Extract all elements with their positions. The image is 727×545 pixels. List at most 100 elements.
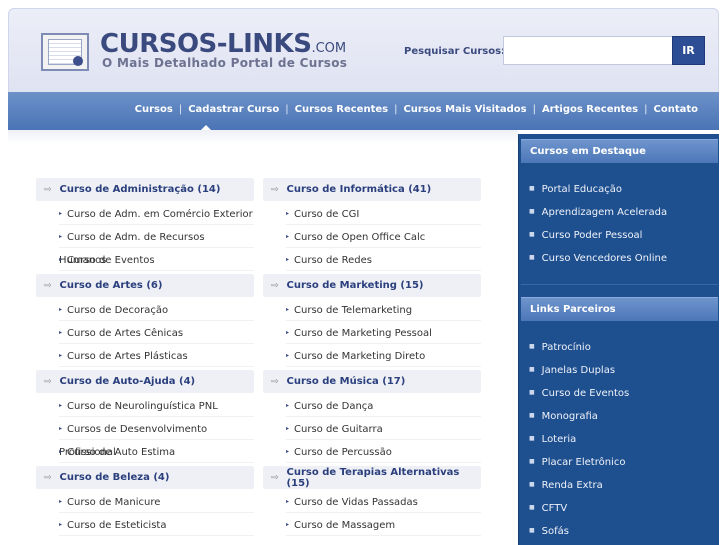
search-button[interactable]: IR	[672, 36, 705, 65]
course-link-text: Curso de Eventos	[67, 255, 155, 266]
bullet-icon: ■	[529, 366, 535, 373]
course-link[interactable]: ▸ Curso de Marketing Direto	[286, 344, 481, 367]
sidebar-link[interactable]: ■ Curso Poder Pessoal	[529, 223, 667, 246]
nav-separator: |	[394, 104, 398, 115]
category-heading[interactable]: ⇨ Curso de Artes (6)	[36, 274, 254, 297]
nav-item-contato[interactable]: Contato	[653, 104, 698, 115]
category-heading[interactable]: ⇨ Curso de Música (17)	[263, 370, 481, 393]
bullet-icon: ▸	[286, 256, 290, 263]
course-link[interactable]: ▸ Curso de Dança	[286, 394, 481, 417]
sidebar-link-text: Curso de Eventos	[541, 388, 630, 399]
category-group: ⇨ Curso de Artes (6) ▸ Curso de Decoração …	[36, 274, 254, 367]
bullet-icon: ▸	[286, 402, 290, 409]
course-link[interactable]: ▸ Curso de CGI	[286, 202, 481, 225]
bullet-icon: ▸	[59, 402, 63, 409]
sidebar-link[interactable]: ■ Curso de Eventos	[529, 381, 629, 404]
sidebar-link[interactable]: ■ Aprendizagem Acelerada	[529, 200, 667, 223]
course-link-text: Curso de Artes Plásticas	[67, 351, 188, 362]
course-link-text: Curso de Open Office Calc	[294, 232, 426, 243]
course-link-text: Curso de Artes Cênicas	[67, 328, 184, 339]
category-heading[interactable]: ⇨ Curso de Administração (14)	[36, 178, 254, 201]
category-title: Curso de Auto-Ajuda (4)	[59, 376, 196, 387]
course-link[interactable]: ▸ Curso de Manicure	[59, 490, 254, 513]
bullet-icon: ▸	[59, 233, 63, 240]
course-link[interactable]: ▸ Curso de Auto Estima	[59, 440, 254, 463]
sidebar-divider	[521, 284, 718, 285]
nav-item-cursos-mais-visitados[interactable]: Cursos Mais Visitados	[403, 104, 526, 115]
course-link-text: Curso de Guitarra	[294, 424, 383, 435]
sidebar-link[interactable]: ■ Curso Vencedores Online	[529, 246, 667, 269]
nav-separator: |	[532, 104, 536, 115]
course-link[interactable]: ▸ Curso de Guitarra	[286, 417, 481, 440]
sidebar-link-text: Portal Educação	[541, 184, 622, 195]
category-group: ⇨ Curso de Marketing (15) ▸ Curso de Telem…	[263, 274, 481, 367]
sidebar-link[interactable]: ■ Janelas Duplas	[529, 358, 629, 381]
category-group: ⇨ Curso de Informática (41) ▸ Curso de CGI…	[263, 178, 481, 271]
site-header: CURSOS-LINKS.COM O Mais Detalhado Portal…	[8, 8, 719, 92]
course-link[interactable]: ▸ Curso de Eventos	[59, 248, 254, 271]
category-title: Curso de Música (17)	[286, 376, 406, 387]
course-link[interactable]: ▸ Curso de Artes Cênicas	[59, 321, 254, 344]
category-title: Curso de Informática (41)	[286, 184, 432, 195]
course-link-text: Curso de Marketing Direto	[294, 351, 426, 362]
course-link[interactable]: ▸ Curso de Telemarketing	[286, 298, 481, 321]
sidebar-link[interactable]: ■ Patrocínio	[529, 335, 629, 358]
arrow-right-icon: ⇨	[44, 376, 52, 387]
nav-item-cursos-recentes[interactable]: Cursos Recentes	[295, 104, 388, 115]
sidebar-link[interactable]: ■ Sofás	[529, 519, 629, 542]
category-title: Curso de Administração (14)	[59, 184, 221, 195]
category-column-2: ⇨ Curso de Informática (41) ▸ Curso de CGI…	[263, 178, 481, 539]
certificate-logo-icon[interactable]	[41, 33, 89, 71]
featured-courses-list: ■ Portal Educação ■ Aprendizagem Acelerada…	[529, 177, 667, 269]
content-top-bar	[8, 130, 518, 144]
category-heading[interactable]: ⇨ Curso de Auto-Ajuda (4)	[36, 370, 254, 393]
nav-menu: Cursos | Cadastrar Curso | Cursos Recent…	[135, 104, 698, 115]
sidebar-link-text: Curso Vencedores Online	[541, 253, 667, 264]
course-link-text: Curso de Redes	[294, 255, 372, 266]
course-link-text: Curso de Telemarketing	[294, 305, 413, 316]
course-link[interactable]: ▸ Curso de Open Office Calc	[286, 225, 481, 248]
sidebar-link[interactable]: ■ Monografia	[529, 404, 629, 427]
course-link[interactable]: ▸ Cursos de Desenvolvimento Profissional	[59, 417, 254, 458]
course-link[interactable]: ▸ Curso de Percussão	[286, 440, 481, 463]
bullet-icon: ■	[529, 343, 535, 350]
course-link[interactable]: ▸ Curso de Adm. em Comércio Exterior	[59, 202, 254, 225]
search-label: Pesquisar Cursos:	[404, 46, 506, 57]
nav-item-cadastrar-curso[interactable]: Cadastrar Curso	[188, 104, 279, 115]
sidebar-link[interactable]: ■ CFTV	[529, 496, 629, 519]
category-heading[interactable]: ⇨ Curso de Marketing (15)	[263, 274, 481, 297]
arrow-right-icon: ⇨	[271, 280, 279, 291]
nav-item-cursos[interactable]: Cursos	[135, 104, 173, 115]
course-link[interactable]: ▸ Curso de Massagem	[286, 513, 481, 536]
course-link[interactable]: ▸ Curso de Vidas Passadas	[286, 490, 481, 513]
category-group: ⇨ Curso de Música (17) ▸ Curso de Dança ▸ C…	[263, 370, 481, 463]
course-link[interactable]: ▸ Curso de Adm. de Recursos Humanos	[59, 225, 254, 266]
course-link[interactable]: ▸ Curso de Neurolinguística PNL	[59, 394, 254, 417]
sidebar-link[interactable]: ■ Placar Eletrônico	[529, 450, 629, 473]
sidebar-link[interactable]: ■ Loteria	[529, 427, 629, 450]
bullet-icon: ▸	[59, 448, 63, 455]
featured-courses-heading: Cursos em Destaque	[521, 139, 718, 163]
sidebar-link[interactable]: ■ Portal Educação	[529, 177, 667, 200]
bullet-icon: ■	[529, 389, 535, 396]
course-link[interactable]: ▸ Curso de Decoração	[59, 298, 254, 321]
category-heading[interactable]: ⇨ Curso de Informática (41)	[263, 178, 481, 201]
sidebar-link-text: Sofás	[541, 526, 569, 537]
course-link[interactable]: ▸ Curso de Artes Plásticas	[59, 344, 254, 367]
nav-separator: |	[644, 104, 648, 115]
nav-item-artigos-recentes[interactable]: Artigos Recentes	[542, 104, 638, 115]
sidebar-link[interactable]: ■ Renda Extra	[529, 473, 629, 496]
bullet-icon: ▸	[59, 210, 63, 217]
course-link[interactable]: ▸ Curso de Marketing Pessoal	[286, 321, 481, 344]
category-heading[interactable]: ⇨ Curso de Beleza (4)	[36, 466, 254, 489]
course-link[interactable]: ▸ Curso de Redes	[286, 248, 481, 271]
sidebar-link-text: Curso Poder Pessoal	[541, 230, 643, 241]
category-title: Curso de Terapias Alternativas (15)	[286, 466, 460, 489]
search-input[interactable]	[503, 36, 673, 65]
bullet-icon: ▸	[59, 352, 63, 359]
sidebar-link-text: Loteria	[541, 434, 577, 445]
course-link[interactable]: ▸ Curso de Esteticista	[59, 513, 254, 536]
sidebar-link-text: Janelas Duplas	[541, 365, 616, 376]
arrow-right-icon: ⇨	[271, 472, 279, 483]
category-heading[interactable]: ⇨ Curso de Terapias Alternativas (15)	[263, 466, 481, 489]
